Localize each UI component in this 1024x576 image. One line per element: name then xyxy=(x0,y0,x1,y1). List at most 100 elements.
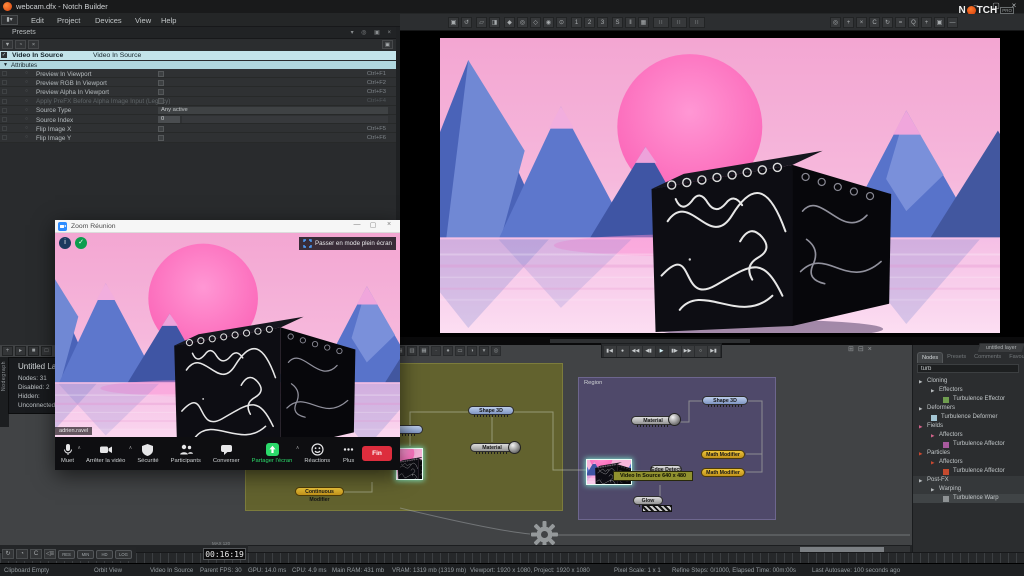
camera-c-icon[interactable]: C xyxy=(869,17,880,28)
keyframe-icon[interactable]: ○ xyxy=(25,134,28,140)
keyframe-icon[interactable]: ○ xyxy=(25,107,28,113)
pan-tool-icon[interactable]: ▱ xyxy=(476,17,487,28)
attribute-row[interactable]: ○ Source Type Any active xyxy=(0,106,396,115)
zoom-view-icon[interactable]: + xyxy=(921,17,932,28)
orbit-tool-icon[interactable]: ↺ xyxy=(461,17,472,28)
nodegraph-zoom-icons[interactable]: ⊞⊟× xyxy=(848,345,876,353)
loop-mode-icon[interactable]: ↻ xyxy=(2,549,14,559)
fullscreen-button[interactable]: Passer en mode plein écran xyxy=(299,237,396,250)
camera-tool-icon[interactable]: ◆ xyxy=(504,17,515,28)
checkbox[interactable] xyxy=(158,80,164,86)
step-back-button[interactable]: ◀▮ xyxy=(643,346,655,357)
checkbox[interactable] xyxy=(158,71,164,77)
collapse-arrow-icon[interactable]: ▼ xyxy=(3,62,8,68)
keyframe-icon[interactable]: ○ xyxy=(25,79,28,85)
channel-preview-icons[interactable]: ∷ xyxy=(689,17,705,28)
fast-forward-button[interactable]: ▶▶ xyxy=(682,346,694,357)
tree-group[interactable]: ▶Particles xyxy=(913,449,1024,458)
zoom-close-button[interactable]: × xyxy=(382,221,396,228)
zoom-maximize-button[interactable]: ▢ xyxy=(366,221,380,229)
view-3-icon[interactable]: 3 xyxy=(597,17,608,28)
keyframe-icon[interactable]: ○ xyxy=(25,88,28,94)
checkbox[interactable] xyxy=(158,126,164,132)
stop-video-button[interactable]: Arrêter la vidéo∧ xyxy=(80,443,131,464)
meeting-info-icon[interactable]: i xyxy=(59,237,71,249)
node-math-modifier[interactable]: Math Modifier xyxy=(701,468,745,477)
zoom-minimize-button[interactable]: — xyxy=(350,221,364,228)
move-tool-icon[interactable]: ◨ xyxy=(489,17,500,28)
hd-button[interactable]: HD xyxy=(96,550,113,559)
half-speed-icon[interactable]: ◔ xyxy=(16,549,28,559)
tree-leaf-selected[interactable]: Turbulence Warp xyxy=(913,494,1024,503)
tree-group[interactable]: ▶Warping xyxy=(913,485,1024,494)
participants-button[interactable]: Participants xyxy=(165,443,207,464)
attribute-row[interactable]: ○ Flip Image X Ctrl+F5 xyxy=(0,124,396,133)
attributes-section-header[interactable]: ▼ Attributes xyxy=(0,61,396,69)
menu-help[interactable]: Help xyxy=(161,16,176,25)
checkbox[interactable] xyxy=(158,135,164,141)
log-button[interactable]: LOG xyxy=(115,550,132,559)
node-shape3d[interactable]: Shape 3D xyxy=(702,396,748,405)
grid-view-icon[interactable]: ▦ xyxy=(638,17,649,28)
jump-end-button[interactable]: ▶▮ xyxy=(708,346,720,357)
play-button[interactable]: ▶ xyxy=(656,346,668,357)
zoom-titlebar[interactable]: Zoom Réunion — ▢ × xyxy=(55,220,400,233)
clock-icon[interactable]: ◔ xyxy=(15,40,26,49)
audio-icon[interactable]: ◁≡ xyxy=(44,549,56,559)
fit-view-icon[interactable]: + xyxy=(843,17,854,28)
layer-panel-icons[interactable]: +▸ ■□ xyxy=(2,346,52,356)
attribute-row[interactable]: ○ Preview Alpha In Viewport Ctrl+F3 xyxy=(0,87,396,96)
jump-start-button[interactable]: ▮◀ xyxy=(604,346,616,357)
reset-view-icon[interactable]: ◎ xyxy=(830,17,841,28)
close-view-icon[interactable]: × xyxy=(856,17,867,28)
menu-view[interactable]: View xyxy=(135,16,151,25)
tree-leaf[interactable]: Turbulence Affector xyxy=(913,467,1024,476)
node-shape3d[interactable]: Shape 3D xyxy=(468,406,514,415)
channel-preview-icons[interactable]: ∷ xyxy=(653,17,669,28)
tab-favourites[interactable]: Favourites xyxy=(1005,352,1024,363)
gizmo-tool-icon[interactable]: ◉ xyxy=(543,17,554,28)
rewind-button[interactable]: ◀◀ xyxy=(630,346,642,357)
loop-button[interactable]: ○ xyxy=(695,346,707,357)
fullscreen-view-icon[interactable]: ▣ xyxy=(934,17,945,28)
equal-icon[interactable]: = xyxy=(895,17,906,28)
keyframe-icon[interactable]: ○ xyxy=(25,125,28,131)
end-meeting-button[interactable]: Fin xyxy=(362,446,392,461)
tree-group[interactable]: ▶Effectors xyxy=(913,386,1024,395)
tree-group[interactable]: ▶Cloning xyxy=(913,377,1024,386)
res-button[interactable]: RES xyxy=(58,550,75,559)
nodegraph-toolbar[interactable]: ▤▥▦ ·●▭ ◑▾◎ xyxy=(395,346,501,357)
refresh-icon[interactable]: ↻ xyxy=(882,17,893,28)
tree-group[interactable]: ▶Deformers xyxy=(913,404,1024,413)
tree-leaf[interactable]: Turbulence Effector xyxy=(913,395,1024,404)
node-continuous-modifier[interactable]: Continuous Modifier xyxy=(295,487,344,496)
snap-tool-icon[interactable]: ⊙ xyxy=(556,17,567,28)
pin-icon[interactable]: ▣ xyxy=(382,40,393,49)
split-view-icon[interactable]: ‖ xyxy=(625,17,636,28)
min-button[interactable]: MIN xyxy=(77,550,94,559)
preset-dropdown[interactable]: ▮▾ xyxy=(1,15,18,25)
tab-presets[interactable]: Presets xyxy=(943,352,970,363)
node-math-modifier[interactable]: Math Modifier xyxy=(701,450,745,459)
selected-node-row[interactable]: ✓ Video In Source Video In Source xyxy=(0,51,396,60)
select-tool-icon[interactable]: ▣ xyxy=(448,17,459,28)
share-screen-button[interactable]: Partager l'écran∧ xyxy=(246,443,299,464)
rotate-tool-icon[interactable]: ◎ xyxy=(517,17,528,28)
checkbox[interactable] xyxy=(158,89,164,95)
node-search-input[interactable] xyxy=(917,364,1019,373)
more-button[interactable]: Plus xyxy=(336,443,361,464)
tree-group[interactable]: ▶Affectors xyxy=(913,458,1024,467)
node-feedback-thumbnail[interactable] xyxy=(396,448,423,480)
quality-icon[interactable]: Q xyxy=(908,17,919,28)
attribute-row[interactable]: ○ Preview RGB In Viewport Ctrl+F2 xyxy=(0,78,396,87)
view-1-icon[interactable]: 1 xyxy=(571,17,582,28)
reactions-button[interactable]: Réactions xyxy=(298,443,336,464)
curve-icon[interactable]: C xyxy=(30,549,42,559)
collapse-view-icon[interactable]: — xyxy=(947,17,958,28)
tab-comments[interactable]: Comments xyxy=(970,352,1005,363)
timeline-ruler[interactable] xyxy=(0,552,1024,563)
panel-header-icons[interactable]: ▾ ◎ ▣ × xyxy=(351,29,394,36)
timeline-scrollbar[interactable] xyxy=(248,545,910,552)
scale-tool-icon[interactable]: ◇ xyxy=(530,17,541,28)
timecode-display[interactable]: 00:16:19 xyxy=(203,548,246,560)
